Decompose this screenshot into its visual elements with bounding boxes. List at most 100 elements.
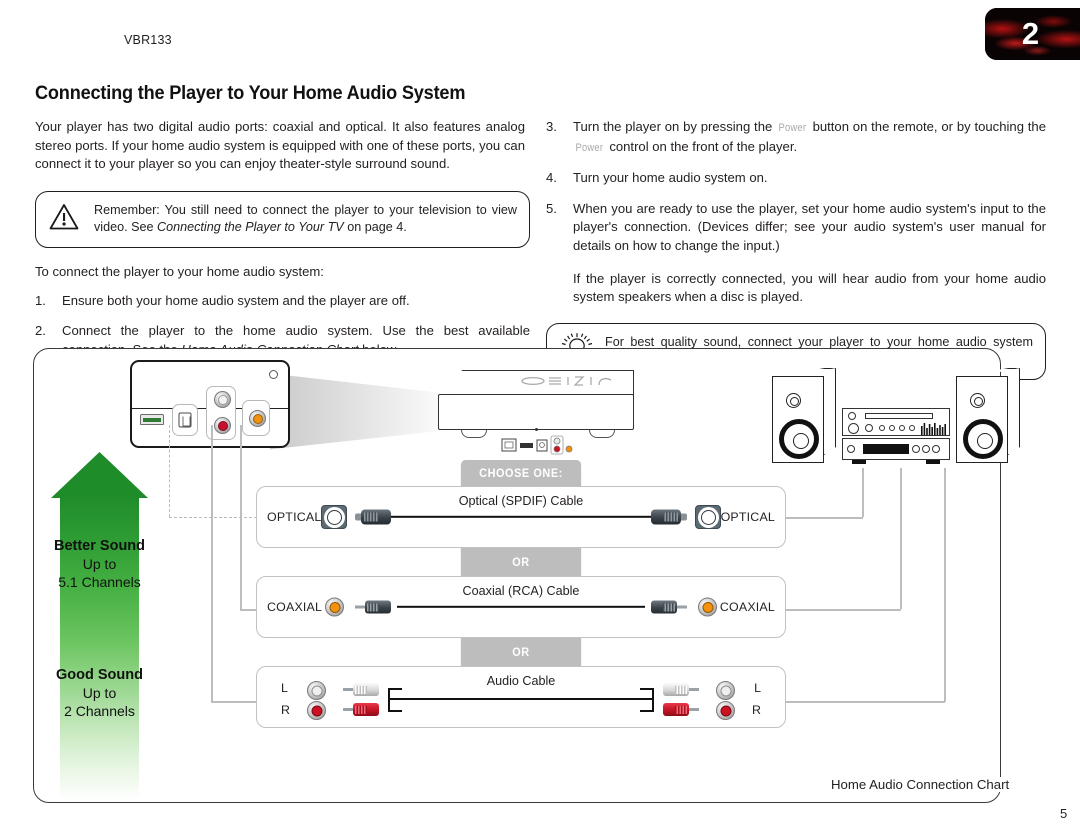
better-sound-label: Better Sound Up to 5.1 Channels [53, 538, 146, 590]
coaxial-cable-line [397, 605, 645, 609]
receiver-btn-c [932, 445, 940, 453]
speaker-face [956, 376, 1008, 463]
power-key-label-2: Power [575, 141, 604, 154]
audio-left-label-r: R [281, 703, 290, 717]
rear-panel-closeup [130, 360, 290, 448]
receiver-knob-2 [848, 423, 859, 434]
step-3-text: Turn the player on by pressing the Power… [573, 119, 1046, 154]
step-1-number: 1. [35, 292, 46, 308]
chapter-badge-inner: 2 [985, 8, 1080, 60]
receiver-button-2 [889, 425, 895, 431]
warning-callout: Remember: You still need to connect the … [35, 190, 530, 248]
chapter-badge: 2 [975, 0, 1080, 65]
woofer-icon [779, 419, 819, 459]
coaxial-left-label: COAXIAL [267, 600, 323, 614]
step-4-number: 4. [546, 170, 557, 186]
left-speaker [772, 368, 836, 463]
optical-cable-line [390, 515, 652, 519]
step-5-text: When you are ready to use the player, se… [573, 200, 1046, 253]
chart-caption: Home Audio Connection Chart [826, 777, 1015, 792]
audio-wire-horizontal [211, 701, 258, 703]
rca-left-jack-icon [214, 391, 231, 408]
coaxial-jack-icon [249, 410, 266, 427]
coaxial-plug-right [641, 600, 687, 614]
right-speaker [956, 368, 1020, 463]
optical-plug-left [355, 509, 395, 525]
magnifier-cone [270, 373, 445, 450]
or-label-2: OR [460, 638, 582, 666]
step-5-sub-text: If the player is correctly connected, yo… [573, 270, 1046, 305]
optical-wire-right-vertical [862, 468, 864, 517]
screw-icon [269, 370, 278, 379]
coaxial-plug-left [355, 600, 401, 614]
audio-plug-right-red [653, 703, 699, 716]
player-brand-logo [521, 374, 617, 386]
chapter-number: 2 [1021, 16, 1040, 51]
step-2-number: 2. [35, 323, 46, 339]
step-3: 3. Turn the player on by pressing the Po… [546, 118, 1046, 157]
receiver-foot-right [926, 460, 940, 464]
receiver-power-knob [847, 445, 855, 453]
toslink-port-icon-left [321, 505, 347, 529]
coaxial-wire-right-horizontal [785, 609, 901, 611]
audio-port-icon-left-r [307, 701, 326, 720]
optical-wire-horizontal [169, 517, 257, 518]
optical-wire-right-horizontal [785, 517, 863, 519]
rca-right-jack-icon [214, 417, 231, 434]
audio-cable-name: Audio Cable [486, 674, 556, 688]
player-rear-ports [501, 435, 593, 455]
receiver-btn-a [912, 445, 920, 453]
optical-wire-vertical [169, 425, 170, 517]
right-steps-list: 3. Turn the player on by pressing the Po… [546, 118, 1046, 307]
audio-plug-left-red [343, 703, 389, 716]
coaxial-cable-name: Coaxial (RCA) Cable [462, 584, 580, 598]
receiver-display [863, 444, 909, 454]
player-foot-left [461, 430, 487, 438]
receiver-button-1 [879, 425, 885, 431]
audio-right-label-r: R [752, 703, 761, 717]
choose-one-tab: CHOOSE ONE: [460, 460, 582, 486]
receiver [842, 408, 950, 464]
speaker-side [1008, 368, 1020, 455]
coaxial-right-label: COAXIAL [719, 600, 775, 614]
coaxial-wire-right-vertical [900, 468, 902, 609]
tweeter-icon [786, 393, 801, 408]
lead-in-text: To connect the player to your home audio… [35, 263, 324, 279]
optical-left-label: OPTICAL [267, 510, 322, 524]
receiver-knob-3 [865, 424, 873, 432]
intro-paragraph: Your player has two digital audio ports:… [35, 119, 525, 172]
connection-row-coaxial: COAXIAL COAXIAL Coaxial (RCA) Cable [256, 576, 786, 638]
audio-wire-right-vertical [944, 468, 946, 702]
blu-ray-player-illustration [120, 352, 634, 464]
or-label-1: OR [460, 548, 582, 576]
power-key-label-1: Power [778, 122, 807, 134]
optical-port-icon [178, 412, 192, 428]
sound-quality-arrow: Better Sound Up to 5.1 Channels Good Sou… [51, 452, 148, 800]
optical-port-group [172, 404, 198, 436]
receiver-button-4 [909, 425, 915, 431]
disc-slot [865, 413, 933, 419]
model-id: VBR133 [124, 33, 172, 47]
step-1: 1. Ensure both your home audio system an… [35, 292, 530, 311]
player-front-face [438, 394, 634, 455]
or-separator-1: OR [256, 548, 786, 576]
audio-left-label-l: L [281, 681, 288, 695]
receiver-knob-1 [848, 412, 856, 420]
optical-plug-right [647, 509, 687, 525]
right-text-column: 3. Turn the player on by pressing the Po… [546, 105, 1046, 380]
receiver-btn-b [922, 445, 930, 453]
warning-text: Remember: You still need to connect the … [94, 202, 517, 235]
coaxial-port-group [242, 400, 270, 436]
hdmi-port-icon [140, 414, 164, 425]
receiver-button-3 [899, 425, 905, 431]
connection-row-optical: OPTICAL OPTICAL Optical (SPDIF) Cable [256, 486, 786, 548]
coaxial-port-icon-left [325, 597, 344, 617]
step-1-text: Ensure both your home audio system and t… [62, 292, 410, 308]
player-foot-right [589, 430, 615, 438]
coaxial-port-icon-right [698, 597, 717, 617]
audio-plug-left-white [343, 683, 389, 696]
audio-wire-vertical [211, 425, 213, 702]
toslink-port-icon-right [695, 505, 721, 529]
step-4-text: Turn your home audio system on. [573, 170, 768, 186]
warning-triangle-icon [49, 203, 79, 235]
